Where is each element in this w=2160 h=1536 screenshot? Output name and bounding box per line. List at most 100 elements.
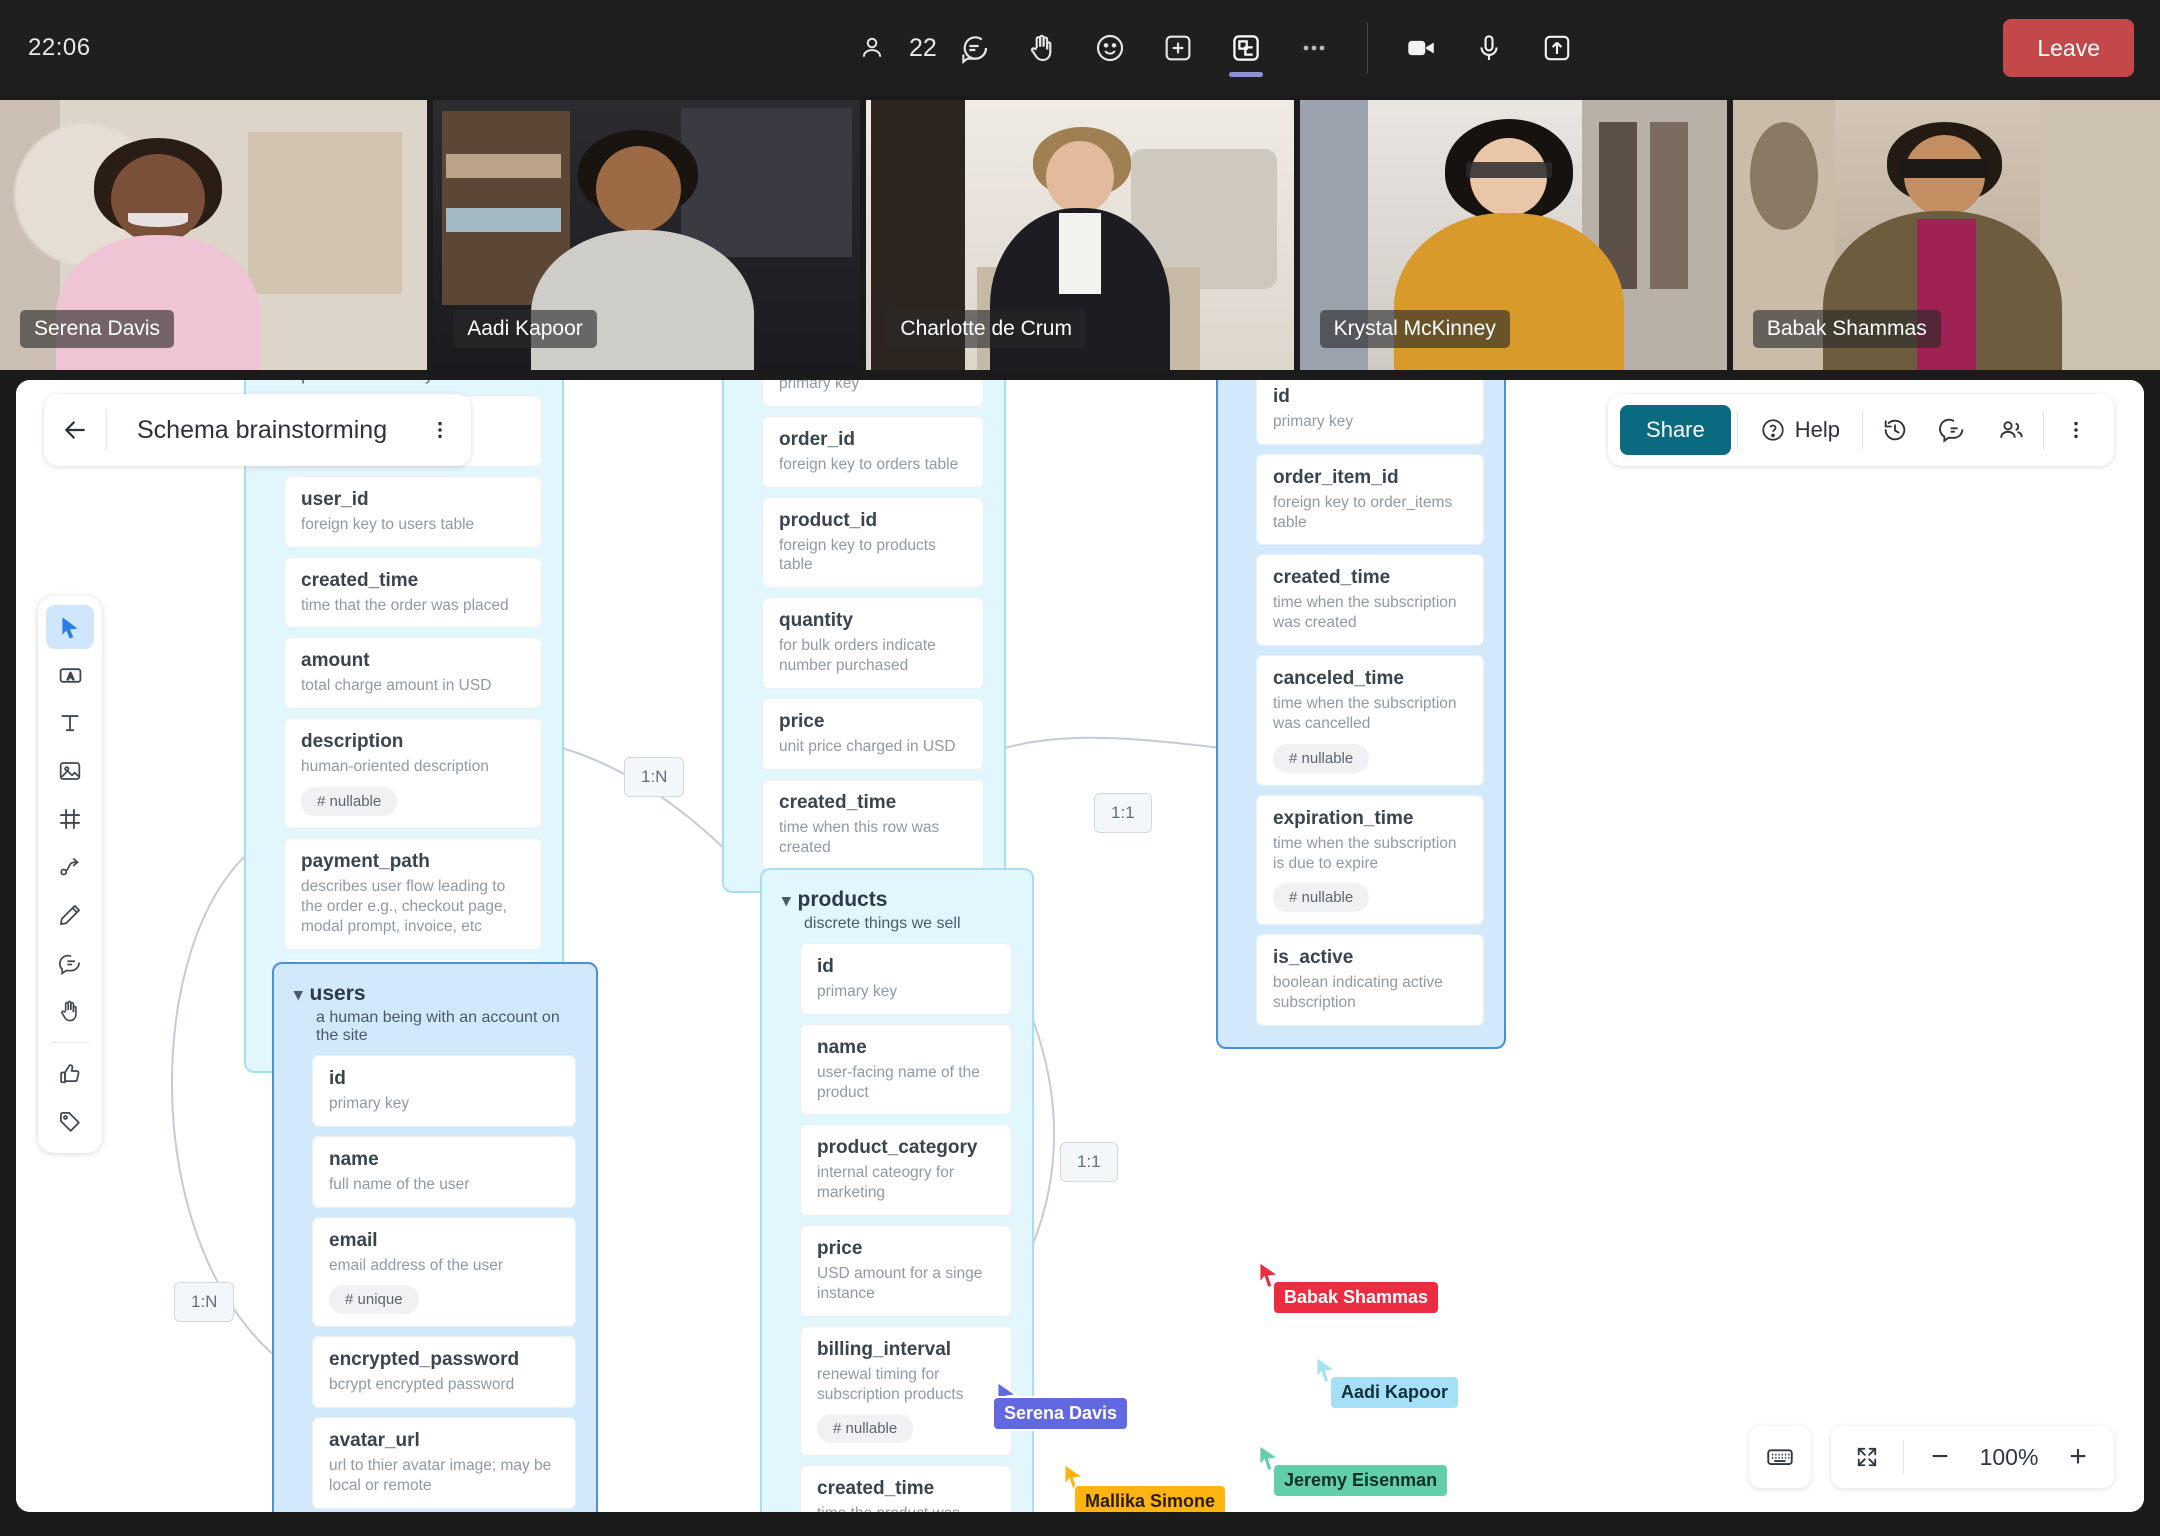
keyboard-shortcuts-button[interactable]	[1749, 1426, 1811, 1488]
connector-tool-button[interactable]	[46, 845, 94, 889]
table-field[interactable]: order_item_id foreign key to order_items…	[1256, 453, 1484, 546]
table-field[interactable]: canceled_time time when the subscription…	[1256, 655, 1484, 786]
chat-button[interactable]	[943, 17, 1005, 79]
table-field[interactable]: name full name of the user	[312, 1135, 576, 1208]
table-description: a purchase made by a user	[266, 380, 542, 385]
share-screen-button[interactable]	[1526, 17, 1588, 79]
schema-table-users[interactable]: ▾ users a human being with an account on…	[272, 962, 598, 1512]
expand-arrows-icon	[1857, 1447, 1877, 1467]
table-field[interactable]: amount total charge amount in USD	[284, 637, 542, 710]
video-tile[interactable]: Serena Davis	[0, 100, 428, 370]
video-tile[interactable]: Krystal McKinney	[1299, 100, 1727, 370]
leave-button[interactable]: Leave	[2003, 19, 2134, 77]
reaction-tool-button[interactable]	[46, 1052, 94, 1096]
help-button[interactable]: Help	[1744, 417, 1856, 443]
pen-tool-button[interactable]	[46, 893, 94, 937]
relationship-badge[interactable]: 1:N	[624, 757, 685, 797]
more-options-button[interactable]	[1283, 17, 1345, 79]
frame-tool-button[interactable]	[46, 797, 94, 841]
table-field[interactable]: created_time time the product was create…	[800, 1465, 1012, 1512]
board-menu-button[interactable]	[417, 399, 463, 461]
arrow-left-icon	[65, 421, 85, 439]
table-field[interactable]: id primary key	[1256, 380, 1484, 445]
whiteboard-panel: ▾ orders a purchase made by a user id pr…	[16, 380, 2144, 1512]
whiteboard-button[interactable]	[1215, 17, 1277, 79]
raise-hand-button[interactable]	[1011, 17, 1073, 79]
table-field[interactable]: user_id foreign key to users table	[284, 475, 542, 548]
svg-text:A: A	[67, 671, 74, 682]
table-field[interactable]: description human-oriented description #…	[284, 718, 542, 830]
comments-icon	[1939, 418, 1964, 443]
participants-button[interactable]	[841, 17, 903, 79]
share-button[interactable]: Share	[1620, 405, 1731, 455]
reactions-button[interactable]	[1079, 17, 1141, 79]
video-tile[interactable]: Aadi Kapoor	[433, 100, 861, 370]
tag-tool-button[interactable]	[46, 1100, 94, 1144]
comment-tool-button[interactable]	[46, 941, 94, 985]
table-field[interactable]: id primary key	[312, 1055, 576, 1127]
table-field[interactable]: quantity for bulk orders indicate number…	[762, 597, 984, 689]
table-field[interactable]: email email address of the user # unique	[312, 1216, 576, 1328]
table-field[interactable]: encrypted_password bcrypt encrypted pass…	[312, 1336, 576, 1409]
back-button[interactable]	[44, 399, 106, 461]
field-tag: # nullable	[1273, 883, 1370, 913]
table-field[interactable]: payment_path describes user flow leading…	[284, 838, 542, 950]
relationship-badge[interactable]: 1:1	[1094, 793, 1152, 833]
image-tool-button[interactable]	[46, 749, 94, 793]
table-field[interactable]: billing_interval renewal timing for subs…	[800, 1325, 1012, 1457]
chevron-down-icon[interactable]: ▾	[294, 986, 303, 1003]
table-field[interactable]: product_category internal cateogry for m…	[800, 1124, 1012, 1217]
zoom-out-button[interactable]: −	[1916, 1433, 1964, 1481]
table-field[interactable]: name user-facing name of the product	[800, 1023, 1012, 1116]
zoom-divider	[1903, 1440, 1904, 1474]
table-field[interactable]: order_id foreign key to orders table	[762, 415, 984, 488]
table-field[interactable]: price unit price charged in USD	[762, 697, 984, 770]
whiteboard-canvas[interactable]: ▾ orders a purchase made by a user id pr…	[16, 380, 2144, 1512]
pen-icon	[60, 905, 80, 925]
microphone-button[interactable]	[1458, 17, 1520, 79]
comments-button[interactable]	[1927, 404, 1979, 456]
table-field[interactable]: created_time time when the subscription …	[1256, 554, 1484, 647]
chevron-down-icon[interactable]: ▾	[782, 892, 791, 909]
board-header: Schema brainstorming	[44, 394, 472, 466]
schema-table-subscriptions[interactable]: ▾ subscriptions renewing credit purchase…	[1216, 380, 1506, 1050]
collaborator-cursor: Jeremy Eisenman	[1256, 1443, 1448, 1496]
table-title: ▾ users	[294, 982, 366, 1005]
tool-rail: A	[38, 596, 102, 1153]
relationship-badge[interactable]: 1:N	[174, 1282, 235, 1322]
add-apps-button[interactable]	[1147, 17, 1209, 79]
text-icon	[61, 715, 79, 732]
schema-table-products[interactable]: ▾ products discrete things we sell id pr…	[760, 868, 1034, 1512]
table-field[interactable]: avatar_url url to thier avatar image; ma…	[312, 1417, 576, 1509]
table-title: ▾ products	[782, 888, 888, 911]
select-tool-button[interactable]	[46, 605, 94, 649]
camera-button[interactable]	[1390, 17, 1452, 79]
zoom-in-button[interactable]: +	[2054, 1433, 2102, 1481]
sticky-note-tool-button[interactable]: A	[46, 653, 94, 697]
schema-table-order-items[interactable]: ▾ order_items a line item within an orde…	[722, 380, 1006, 894]
table-field[interactable]: id primary key	[800, 943, 1012, 1015]
page-title: Schema brainstorming	[137, 415, 388, 444]
video-tile[interactable]: Babak Shammas	[1732, 100, 2160, 370]
video-tile[interactable]: Charlotte de Crum	[866, 100, 1294, 370]
board-more-button[interactable]	[2050, 404, 2102, 456]
table-field[interactable]: expiration_time time when the subscripti…	[1256, 794, 1484, 926]
table-field[interactable]: product_id foreign key to products table	[762, 496, 984, 589]
hand-tool-button[interactable]	[46, 989, 94, 1033]
kebab-menu-icon	[2074, 421, 2078, 439]
relationship-badge[interactable]: 1:1	[1060, 1142, 1118, 1182]
zoom-level[interactable]: 100%	[1970, 1444, 2048, 1471]
meeting-clock: 22:06	[28, 34, 91, 61]
table-field[interactable]: created_time time that the order was pla…	[284, 556, 542, 629]
fit-to-screen-button[interactable]	[1843, 1433, 1891, 1481]
collaborators-button[interactable]	[1985, 404, 2037, 456]
table-field[interactable]: is_active boolean indicating active subs…	[1256, 934, 1484, 1027]
table-field[interactable]: price USD amount for a singe instance	[800, 1225, 1012, 1317]
header-divider	[2043, 410, 2044, 450]
table-field[interactable]: created_time time when this row was crea…	[762, 778, 984, 871]
image-icon	[59, 762, 81, 780]
text-tool-button[interactable]	[46, 701, 94, 745]
table-field[interactable]: id primary key	[762, 380, 984, 407]
version-history-button[interactable]	[1869, 404, 1921, 456]
camera-icon	[1404, 31, 1438, 65]
